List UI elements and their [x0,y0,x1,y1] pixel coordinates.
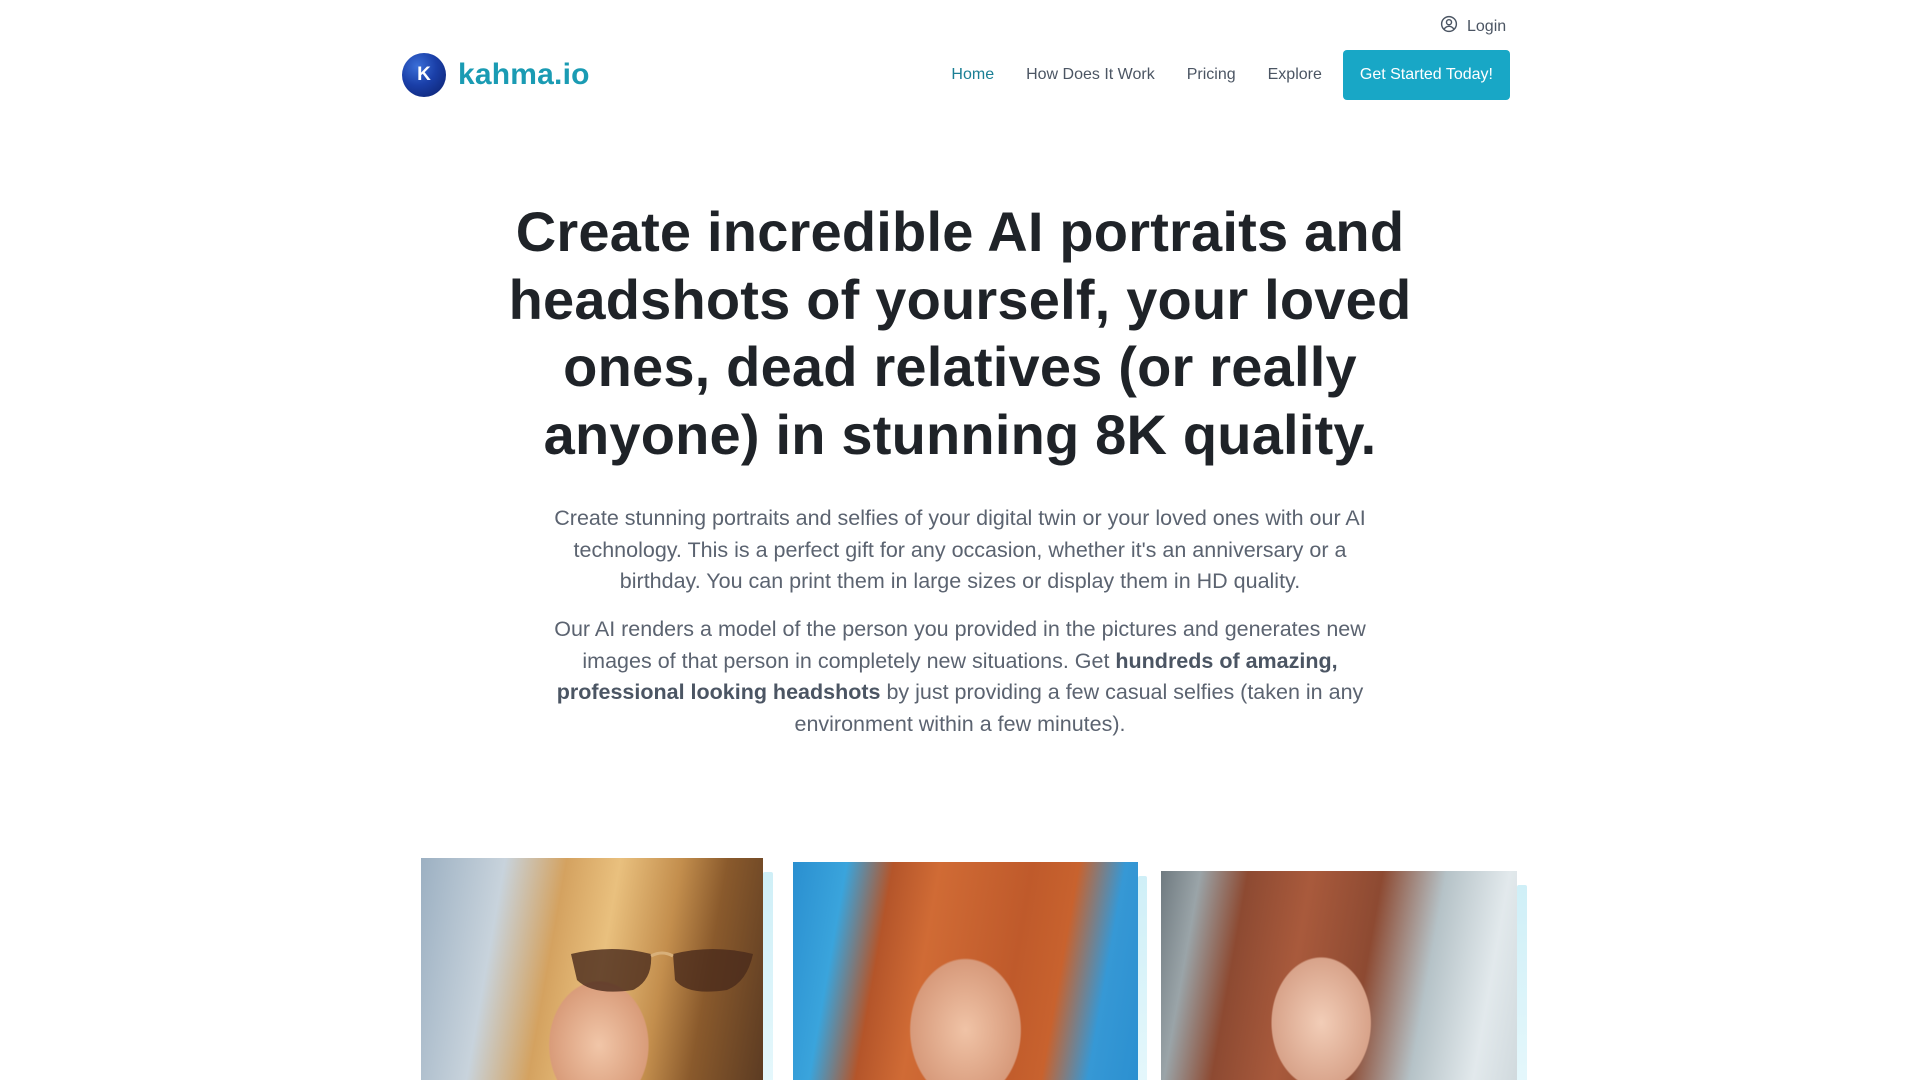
hero-detail-text-2: by just providing a few casual selfies (… [794,680,1364,736]
get-started-button[interactable]: Get Started Today! [1342,50,1510,100]
user-circle-icon [1440,15,1458,38]
portrait-image-office [1161,871,1517,1080]
site-header: K kahma.io Home How Does It Work Pricing… [402,50,1510,100]
nav-home[interactable]: Home [951,66,994,84]
portrait-image-beach [793,862,1138,1080]
hero-detail: Our AI renders a model of the person you… [545,614,1375,740]
sunglasses-graphic [571,949,753,992]
login-link[interactable]: Login [1440,15,1506,38]
brand-logo-link[interactable]: K kahma.io [402,53,590,97]
brand-name: kahma.io [458,58,590,91]
brand-initial: K [417,64,431,85]
nav-how-does-it-work[interactable]: How Does It Work [1026,66,1155,84]
hero-title: Create incredible AI portraits and heads… [508,200,1412,466]
card-glow [763,872,773,1080]
card-glow [1517,885,1527,1080]
login-label: Login [1467,17,1507,35]
card-glow [1138,876,1147,1080]
portrait-image-sunglasses [421,858,763,1080]
main-nav: Home How Does It Work Pricing Explore Ge… [919,50,1510,100]
hero-description: Create stunning portraits and selfies of… [554,506,1366,593]
nav-pricing[interactable]: Pricing [1187,66,1236,84]
k-logo-icon: K [402,53,446,97]
nav-explore[interactable]: Explore [1268,66,1322,84]
